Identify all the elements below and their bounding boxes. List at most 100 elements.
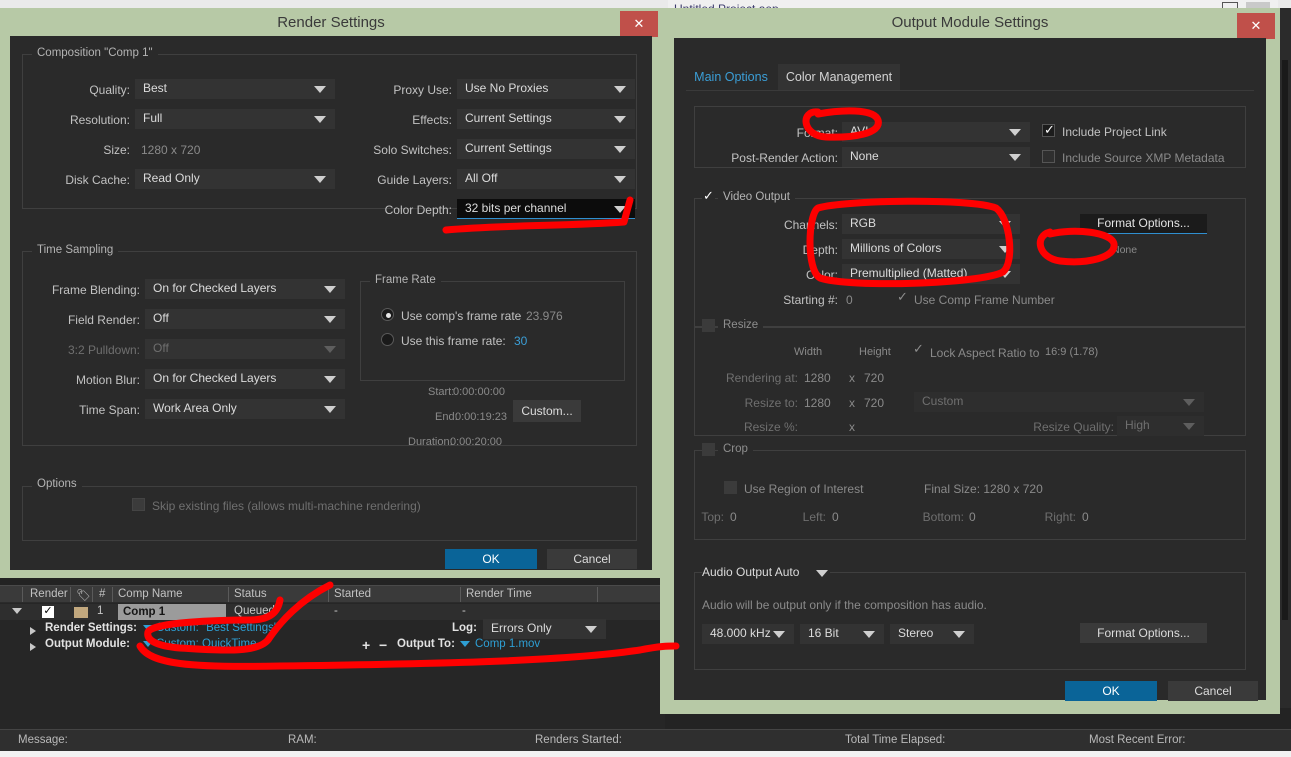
video-output-legend: Video Output: [718, 191, 795, 203]
triangle-down-icon[interactable]: [12, 608, 22, 614]
crop-checkbox[interactable]: [702, 443, 715, 456]
triangle-right-icon[interactable]: [30, 627, 36, 635]
close-icon[interactable]: ✕: [620, 11, 658, 37]
row-comp-name-cell[interactable]: Comp 1: [118, 604, 226, 620]
audio-bit-value: 16 Bit: [808, 626, 839, 640]
render-settings-value[interactable]: Custom: "Best Settings": [156, 622, 278, 638]
chevron-down-icon: [614, 146, 626, 153]
resize-width-header: Width: [794, 346, 823, 358]
field-render-dropdown[interactable]: Off: [145, 309, 345, 329]
custom-button[interactable]: Custom...: [513, 400, 581, 422]
depth-dropdown[interactable]: Millions of Colors: [842, 239, 1020, 259]
use-this-frame-rate-radio[interactable]: [381, 333, 394, 346]
audio-output-dropdown[interactable]: Audio Output Auto: [702, 563, 830, 583]
frame-blending-dropdown[interactable]: On for Checked Layers: [145, 279, 345, 299]
audio-format-options-button[interactable]: Format Options...: [1080, 623, 1207, 643]
table-row[interactable]: ✓ 1 Queued - -: [0, 604, 665, 620]
chevron-down-icon: [314, 176, 326, 183]
crop-left-label: Left:: [802, 510, 826, 524]
render-queue-header: Render 🏷 # Comp Name Status Started Rend…: [0, 586, 665, 603]
color-label: Color:: [805, 268, 838, 282]
include-xmp-checkbox[interactable]: [1042, 150, 1055, 163]
output-module-preset-arrow-icon[interactable]: [143, 641, 153, 647]
audio-bit-dropdown[interactable]: 16 Bit: [800, 624, 884, 644]
resize-preset-dropdown: Custom: [914, 392, 1204, 412]
use-comp-frame-rate-label: Use comp's frame rate: [401, 309, 522, 323]
field-render-value: Off: [153, 311, 169, 325]
triangle-right-icon[interactable]: [30, 643, 36, 651]
chevron-down-icon: [1009, 154, 1021, 161]
use-comp-frame-rate-value: 23.976: [526, 309, 563, 323]
column-number: #: [99, 588, 106, 600]
rendering-at-x: x: [849, 371, 855, 385]
effects-value: Current Settings: [465, 111, 552, 125]
output-module-cancel-button[interactable]: Cancel: [1168, 681, 1258, 701]
starting-number-label: Starting #:: [783, 293, 838, 307]
use-comp-frame-number-checkbox: [896, 289, 909, 305]
output-to-label: Output To:: [397, 638, 455, 650]
resize-to-width[interactable]: 1280: [804, 396, 831, 410]
column-status: Status: [234, 588, 267, 600]
lock-aspect-ratio-label: Lock Aspect Ratio to: [930, 346, 1040, 360]
chevron-down-icon: [324, 406, 336, 413]
proxy-use-value: Use No Proxies: [465, 81, 549, 95]
resize-to-height[interactable]: 720: [864, 396, 884, 410]
resolution-dropdown[interactable]: Full: [135, 109, 335, 129]
audio-channels-dropdown[interactable]: Stereo: [890, 624, 974, 644]
audio-rate-dropdown[interactable]: 48.000 kHz: [702, 624, 794, 644]
video-format-options-button[interactable]: Format Options...: [1080, 214, 1207, 234]
chevron-down-icon: [614, 206, 626, 213]
use-comp-frame-rate-radio[interactable]: [381, 308, 394, 321]
output-module-ok-button[interactable]: OK: [1065, 681, 1157, 701]
log-dropdown[interactable]: Errors Only: [483, 619, 606, 639]
output-module-value[interactable]: Custom: QuickTime: [156, 638, 257, 654]
motion-blur-dropdown[interactable]: On for Checked Layers: [145, 369, 345, 389]
crop-top-value: 0: [730, 510, 737, 524]
effects-dropdown[interactable]: Current Settings: [457, 109, 635, 129]
tab-main-options[interactable]: Main Options: [686, 64, 776, 90]
lock-aspect-ratio-checkbox: [912, 341, 925, 357]
label-color-swatch[interactable]: [74, 607, 88, 618]
solo-switches-dropdown[interactable]: Current Settings: [457, 139, 635, 159]
post-render-action-dropdown[interactable]: None: [842, 147, 1030, 167]
output-to-value[interactable]: Comp 1.mov: [475, 638, 540, 654]
post-render-action-label: Post-Render Action:: [731, 151, 838, 165]
render-settings-cancel-button[interactable]: Cancel: [547, 549, 637, 569]
start-value: 0:00:00:00: [453, 386, 505, 398]
use-this-frame-rate-value[interactable]: 30: [514, 334, 527, 348]
time-span-dropdown[interactable]: Work Area Only: [145, 399, 345, 419]
resize-checkbox[interactable]: [702, 319, 715, 332]
include-project-link-label: Include Project Link: [1062, 125, 1167, 139]
format-dropdown[interactable]: AVI: [842, 122, 1030, 142]
include-project-link-checkbox[interactable]: [1042, 122, 1055, 138]
color-value: Premultiplied (Matted): [850, 266, 968, 280]
output-to-arrow-icon[interactable]: [460, 641, 470, 647]
color-depth-value: 32 bits per channel: [465, 201, 567, 215]
render-checkbox[interactable]: ✓: [42, 606, 54, 618]
resize-preset-value: Custom: [922, 394, 964, 408]
close-icon[interactable]: ✕: [1237, 13, 1275, 39]
row-index: 1: [97, 605, 104, 617]
color-depth-dropdown[interactable]: 32 bits per channel: [457, 199, 635, 219]
crop-legend: Crop: [718, 443, 753, 455]
frame-blending-label: Frame Blending:: [51, 283, 140, 297]
guide-layers-dropdown[interactable]: All Off: [457, 169, 635, 189]
column-comp-name: Comp Name: [118, 588, 183, 600]
plus-icon[interactable]: +: [362, 637, 370, 653]
frame-blending-value: On for Checked Layers: [153, 281, 277, 295]
chevron-down-icon: [999, 271, 1011, 278]
color-dropdown[interactable]: Premultiplied (Matted): [842, 264, 1020, 284]
render-settings-preset-arrow-icon[interactable]: [143, 625, 153, 631]
audio-channels-value: Stereo: [898, 626, 934, 640]
audio-output-value: Audio Output Auto: [702, 565, 800, 579]
minus-icon[interactable]: −: [379, 637, 387, 653]
proxy-use-label: Proxy Use:: [393, 83, 452, 97]
video-output-checkbox[interactable]: [702, 188, 715, 204]
quality-dropdown[interactable]: Best: [135, 79, 335, 99]
disk-cache-dropdown[interactable]: Read Only: [135, 169, 335, 189]
starting-number-value[interactable]: 0: [846, 293, 853, 307]
proxy-use-dropdown[interactable]: Use No Proxies: [457, 79, 635, 99]
channels-dropdown[interactable]: RGB: [842, 214, 1020, 234]
tab-color-management[interactable]: Color Management: [778, 64, 900, 90]
render-settings-ok-button[interactable]: OK: [445, 549, 537, 569]
